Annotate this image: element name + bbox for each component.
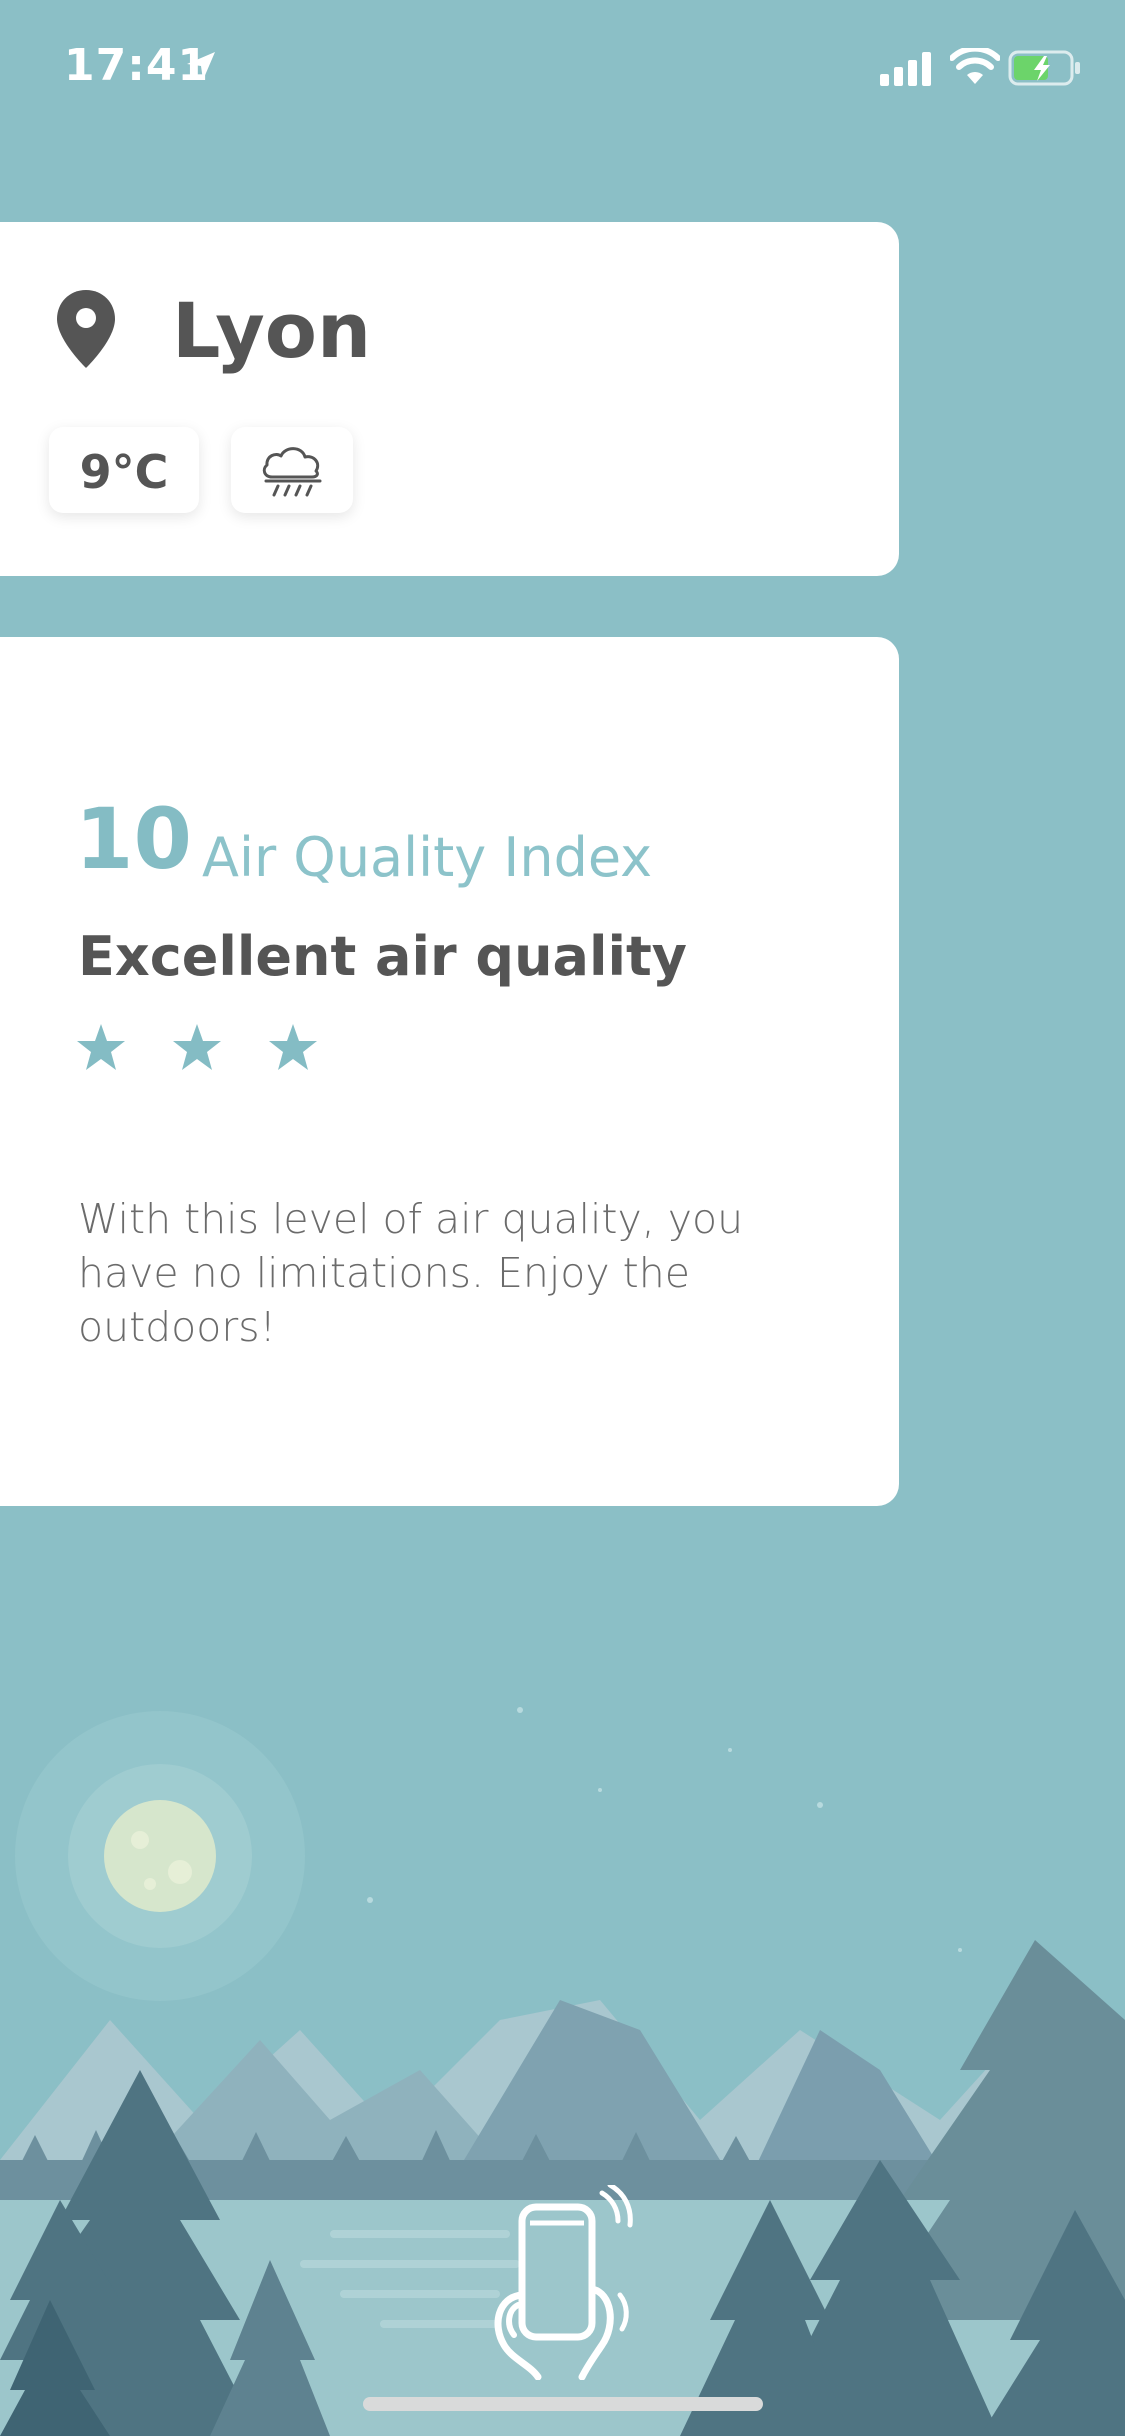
air-quality-status: Excellent air quality [78, 925, 688, 988]
temperature-value: 9°C [79, 445, 169, 499]
wifi-icon [950, 48, 1000, 84]
signal-icon [880, 52, 931, 86]
temperature-chip: 9°C [49, 427, 199, 513]
air-quality-description: With this level of air quality, you have… [78, 1195, 744, 1351]
location-arrow-icon [187, 52, 215, 80]
weather-chip [231, 427, 353, 513]
star-icon [269, 1024, 317, 1070]
star-icon [173, 1024, 221, 1070]
aqi-value: 10 [75, 790, 192, 888]
map-pin-icon [57, 290, 115, 368]
location-card[interactable] [0, 222, 899, 576]
star-icon [77, 1024, 125, 1070]
status-bar: 17:41 [0, 0, 1125, 140]
rain-cloud-icon [262, 447, 322, 497]
aqi-label: Air Quality Index [202, 826, 653, 889]
battery-charging-icon [1008, 50, 1080, 86]
phone-shake-icon[interactable] [478, 2185, 638, 2380]
home-indicator[interactable] [363, 2397, 763, 2411]
city-name: Lyon [172, 286, 372, 375]
rating-stars [75, 1022, 335, 1078]
